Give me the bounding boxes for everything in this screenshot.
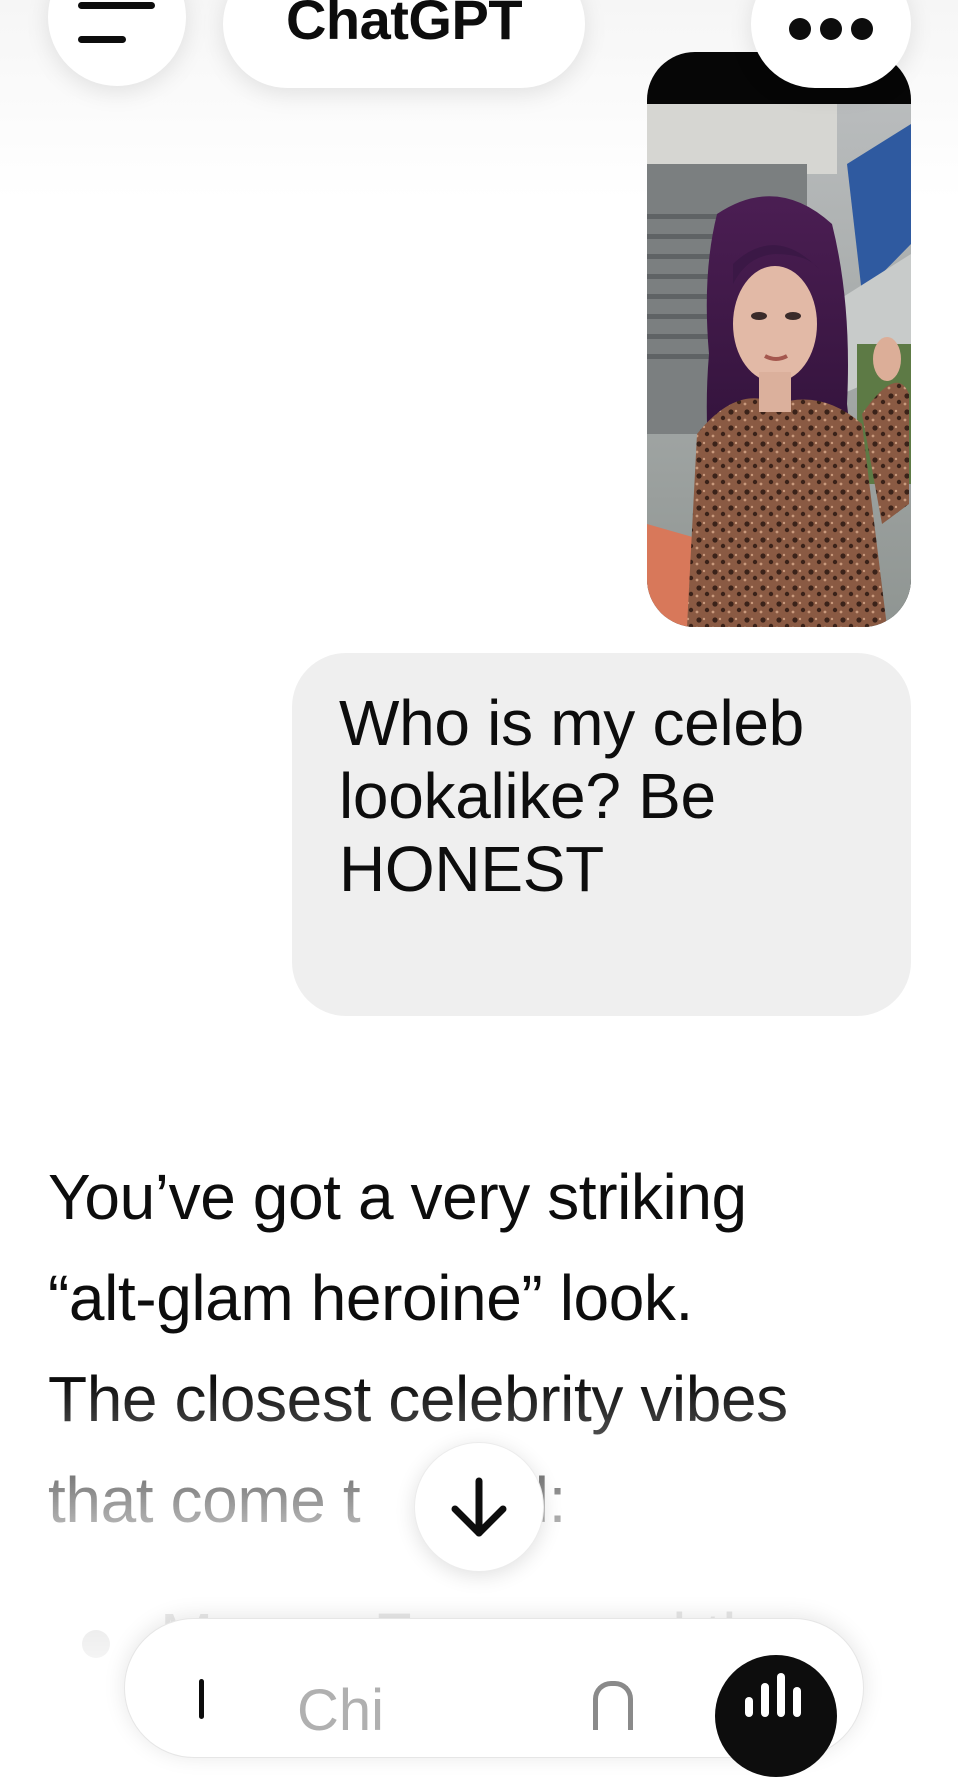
composer-input[interactable]: Chi — [297, 1677, 384, 1744]
scroll-to-bottom-button[interactable] — [414, 1442, 544, 1572]
app-title: ChatGPT — [285, 0, 523, 51]
selfie-photo — [647, 104, 911, 627]
user-message-bubble: Who is my celeb lookalike? Be HONEST — [292, 653, 911, 1016]
menu-button[interactable] — [48, 0, 186, 86]
message-composer[interactable]: Chi — [124, 1618, 864, 1777]
model-selector[interactable]: ChatGPT — [223, 0, 585, 88]
user-photo-attachment[interactable] — [647, 52, 911, 627]
voice-mode-button[interactable] — [715, 1655, 837, 1777]
bullet-icon — [82, 1630, 110, 1658]
assistant-message-line: The closest celebrity vibes — [48, 1363, 788, 1435]
assistant-message-line: You’ve got a very striking — [48, 1161, 747, 1233]
assistant-message-line: “alt-glam heroine” look. — [48, 1262, 693, 1334]
plus-icon[interactable] — [199, 1679, 204, 1719]
arrow-down-icon — [451, 1477, 507, 1537]
